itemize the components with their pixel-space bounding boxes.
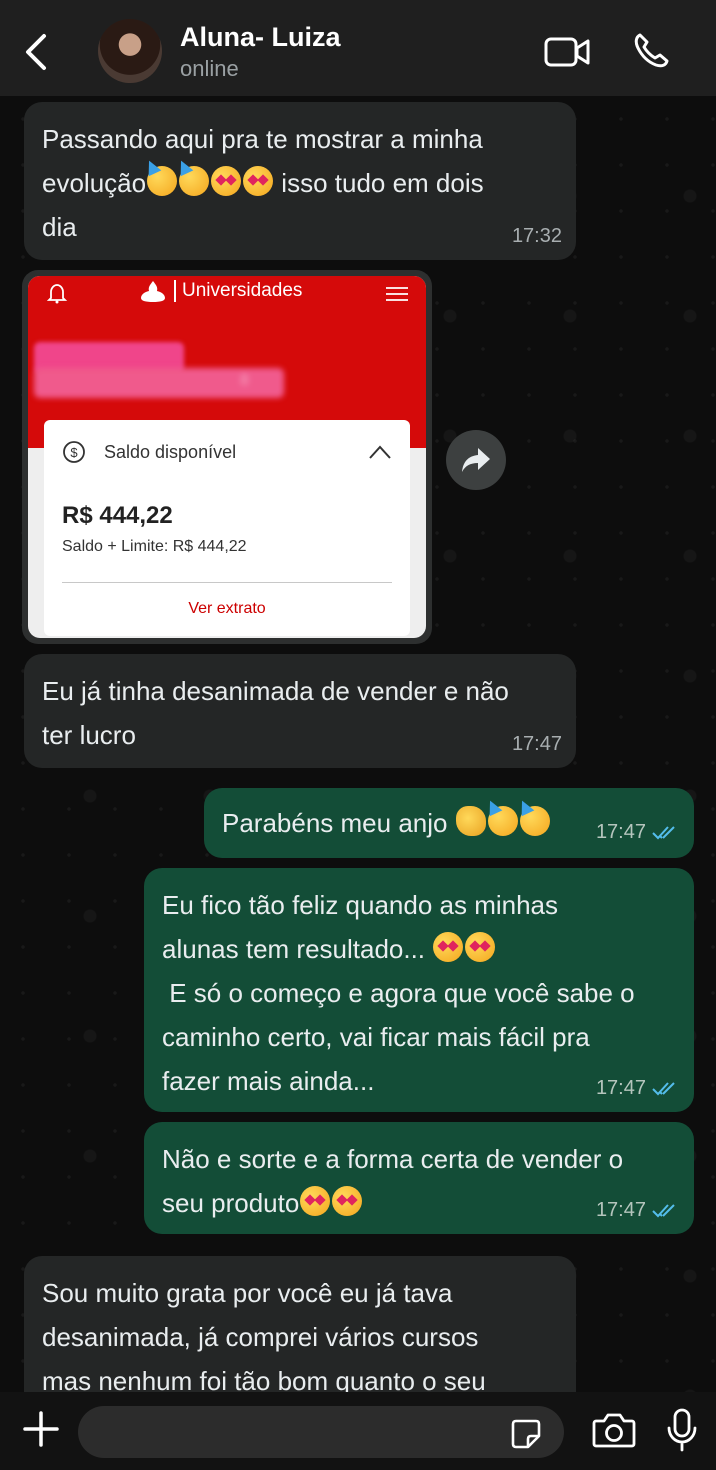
- statement-link: Ver extrato: [188, 600, 266, 617]
- message-time: 17:32: [511, 225, 562, 247]
- plus-icon[interactable]: [22, 1410, 60, 1448]
- message-line: seu produto: [162, 1188, 300, 1218]
- message-line: Parabéns meu anjo: [222, 808, 448, 838]
- message-line: desanimada, já comprei vários cursos: [42, 1322, 479, 1352]
- message-line: ter lucro: [42, 720, 136, 750]
- message-input[interactable]: [78, 1406, 564, 1458]
- double-check-icon: [652, 1082, 675, 1096]
- sticker-icon[interactable]: [510, 1418, 542, 1450]
- message-line: alunas tem resultado...: [162, 934, 426, 964]
- message-outgoing[interactable]: Parabéns meu anjo 17:47: [204, 788, 694, 858]
- chat-header: Aluna- Luiza online: [0, 0, 716, 96]
- contact-status: online: [180, 56, 239, 81]
- chat-area[interactable]: Passando aqui pra te mostrar a minha evo…: [0, 96, 716, 1392]
- mic-icon[interactable]: [666, 1408, 698, 1452]
- message-text: Passando aqui pra te mostrar a minha evo…: [42, 117, 558, 249]
- camera-icon[interactable]: [592, 1412, 636, 1448]
- message-line: dia: [42, 212, 77, 242]
- message-line: fazer mais ainda...: [162, 1066, 375, 1096]
- image-message[interactable]: Universidades 8 $ Saldo disponível R$ 44…: [22, 270, 432, 644]
- message-incoming[interactable]: Sou muito grata por você eu já tava desa…: [24, 1256, 576, 1392]
- smiling-face-with-hearts-emoji: [465, 932, 496, 962]
- phone-call-icon[interactable]: [632, 32, 670, 70]
- forward-icon: [462, 448, 490, 472]
- message-time: 17:47: [595, 1199, 646, 1221]
- message-outgoing[interactable]: Eu fico tão feliz quando as minhas aluna…: [144, 868, 694, 1112]
- contact-name[interactable]: Aluna- Luiza: [180, 22, 341, 53]
- message-line: Eu fico tão feliz quando as minhas: [162, 890, 559, 920]
- message-line: E só o começo e agora que você sabe o: [162, 978, 635, 1008]
- partying-face-emoji: [179, 166, 210, 196]
- double-check-icon: [652, 826, 675, 840]
- message-incoming[interactable]: Eu já tinha desanimada de vender e não t…: [24, 654, 576, 768]
- message-text: Eu já tinha desanimada de vender e não t…: [42, 669, 558, 757]
- coin-icon: $: [63, 441, 85, 463]
- message-line: Não e sorte e a forma certa de vender o: [162, 1144, 624, 1174]
- message-line: Eu já tinha desanimada de vender e não: [42, 676, 509, 706]
- smiling-face-with-hearts-emoji: [211, 166, 242, 196]
- message-outgoing[interactable]: Não e sorte e a forma certa de vender o …: [144, 1122, 694, 1234]
- message-text: Sou muito grata por você eu já tava desa…: [42, 1271, 558, 1392]
- divider: [174, 280, 176, 302]
- redacted-account: 8: [34, 368, 284, 398]
- message-meta: 17:47: [596, 820, 680, 844]
- smiling-face-with-hearts-emoji: [433, 932, 464, 962]
- message-time: 17:47: [595, 1077, 646, 1099]
- message-time: 17:47: [511, 733, 562, 755]
- message-line: Sou muito grata por você eu já tava: [42, 1278, 453, 1308]
- divider: [62, 582, 392, 583]
- smiling-face-with-hearts-emoji: [300, 1186, 331, 1216]
- message-time: 17:47: [595, 821, 646, 843]
- partying-face-emoji: [147, 166, 178, 196]
- forward-button[interactable]: [446, 430, 506, 490]
- message-line: isso tudo em dois: [274, 168, 484, 198]
- double-check-icon: [652, 1204, 675, 1218]
- svg-text:$: $: [70, 445, 78, 460]
- message-line: evolução: [42, 168, 147, 198]
- video-call-icon[interactable]: [544, 36, 590, 68]
- smiling-face-with-hearts-emoji: [332, 1186, 363, 1216]
- smiling-face-with-hearts-emoji: [243, 166, 274, 196]
- message-meta: 17:47: [596, 1198, 680, 1222]
- bell-icon: [46, 284, 68, 304]
- chevron-up-icon: [369, 445, 391, 459]
- message-incoming[interactable]: Passando aqui pra te mostrar a minha evo…: [24, 102, 576, 260]
- bank-app-title: Universidades: [182, 280, 303, 301]
- back-arrow-icon[interactable]: [18, 30, 54, 74]
- balance-card: $ Saldo disponível R$ 444,22 Saldo + Lim…: [44, 420, 410, 636]
- balance-label: Saldo disponível: [104, 442, 237, 462]
- bank-screenshot[interactable]: Universidades 8 $ Saldo disponível R$ 44…: [28, 276, 426, 638]
- avatar[interactable]: [98, 19, 162, 83]
- message-line: mas nenhum foi tão bom quanto o seu: [42, 1366, 486, 1392]
- message-text: Eu fico tão feliz quando as minhas aluna…: [162, 883, 676, 1103]
- message-line: caminho certo, vai ficar mais fácil pra: [162, 1022, 590, 1052]
- composer-bar: [0, 1392, 716, 1470]
- bank-logo-icon: [141, 281, 165, 302]
- balance-amount: R$ 444,22: [62, 502, 173, 529]
- clapping-hands-emoji: [455, 806, 486, 836]
- partying-face-emoji: [487, 806, 518, 836]
- message-meta: 17:47: [596, 1076, 680, 1100]
- partying-face-emoji: [519, 806, 550, 836]
- redacted-digit: 8: [240, 372, 249, 389]
- balance-limit: Saldo + Limite: R$ 444,22: [62, 538, 247, 555]
- menu-icon: [386, 287, 408, 301]
- message-line: Passando aqui pra te mostrar a minha: [42, 124, 483, 154]
